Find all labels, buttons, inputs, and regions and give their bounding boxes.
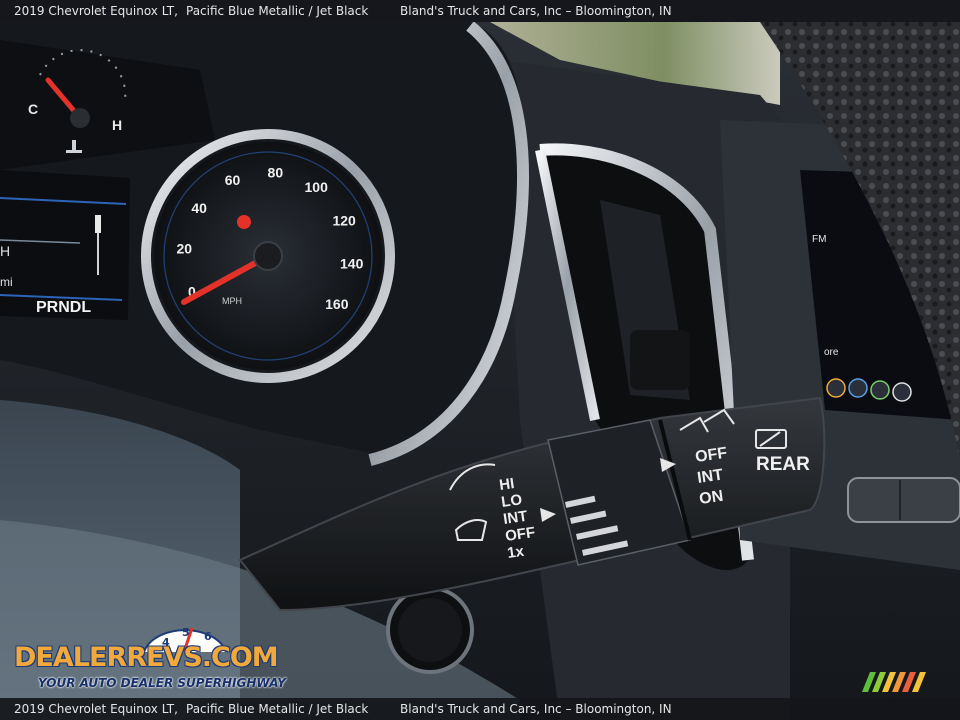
engine-start-button (386, 586, 474, 674)
speed-tick-label: 80 (268, 164, 284, 180)
gear-indicator: PRNDL (36, 299, 91, 316)
info-letter-h: H (0, 243, 10, 259)
wiper-mode-label: 1x (506, 543, 526, 562)
phone-icon (892, 382, 912, 402)
caption-vehicle-bottom: 2019 Chevrolet Equinox LT, (14, 702, 178, 716)
speed-tick-label: 60 (225, 172, 241, 188)
apps-icon (870, 380, 890, 400)
driver-info-display: H mi PRNDL (0, 170, 130, 320)
info-letter-mi: mi (0, 275, 13, 289)
watermark: 4 5 6 DEALERREVS.COM YOUR AUTO DEALER SU… (12, 622, 286, 694)
warning-light-icon (237, 215, 251, 229)
infotainment-fm-label: FM (812, 234, 826, 245)
caption-bar-bottom: 2019 Chevrolet Equinox LT, Pacific Blue … (0, 698, 960, 720)
temp-label-h: H (112, 117, 122, 133)
rear-wiper-label: REAR (756, 454, 810, 475)
stripes-logo-icon (862, 672, 926, 692)
speed-tick-label: 140 (340, 255, 364, 271)
speed-unit-label: MPH (222, 296, 242, 306)
home-icon (826, 378, 846, 398)
watermark-gauge-digit: 5 (182, 626, 190, 639)
music-icon (848, 378, 868, 398)
wiper-mode-label: ON (698, 488, 724, 508)
wiper-mode-label: HI (498, 475, 515, 494)
speed-tick-label: 40 (191, 200, 207, 216)
caption-vehicle: 2019 Chevrolet Equinox LT, (14, 4, 178, 18)
speed-tick-label: 20 (177, 241, 193, 257)
caption-dealer: Bland's Truck and Cars, Inc – Bloomingto… (400, 4, 672, 18)
wiper-mode-label: INT (696, 467, 724, 487)
speed-tick-label: 120 (332, 213, 356, 229)
home-hard-button (847, 477, 960, 523)
caption-color: Pacific Blue Metallic / Jet Black (186, 4, 369, 18)
infotainment-more-label: ore (824, 347, 839, 358)
dashboard-photo: C H H mi PRNDL 0204060 80100120140160 MPH (0, 0, 960, 720)
watermark-title: DEALERREVS.COM (14, 642, 279, 673)
vent-knob (630, 330, 690, 390)
caption-dealer-bottom: Bland's Truck and Cars, Inc – Bloomingto… (400, 702, 672, 716)
watermark-tagline: YOUR AUTO DEALER SUPERHIGHWAY (38, 676, 286, 690)
speed-tick-label: 100 (305, 179, 329, 195)
speedometer: 0204060 80100120140160 MPH (141, 129, 395, 383)
temp-label-c: C (28, 101, 38, 117)
caption-bar-top: 2019 Chevrolet Equinox LT, Pacific Blue … (0, 0, 960, 22)
speed-tick-label: 160 (325, 296, 349, 312)
caption-color-bottom: Pacific Blue Metallic / Jet Black (186, 702, 369, 716)
